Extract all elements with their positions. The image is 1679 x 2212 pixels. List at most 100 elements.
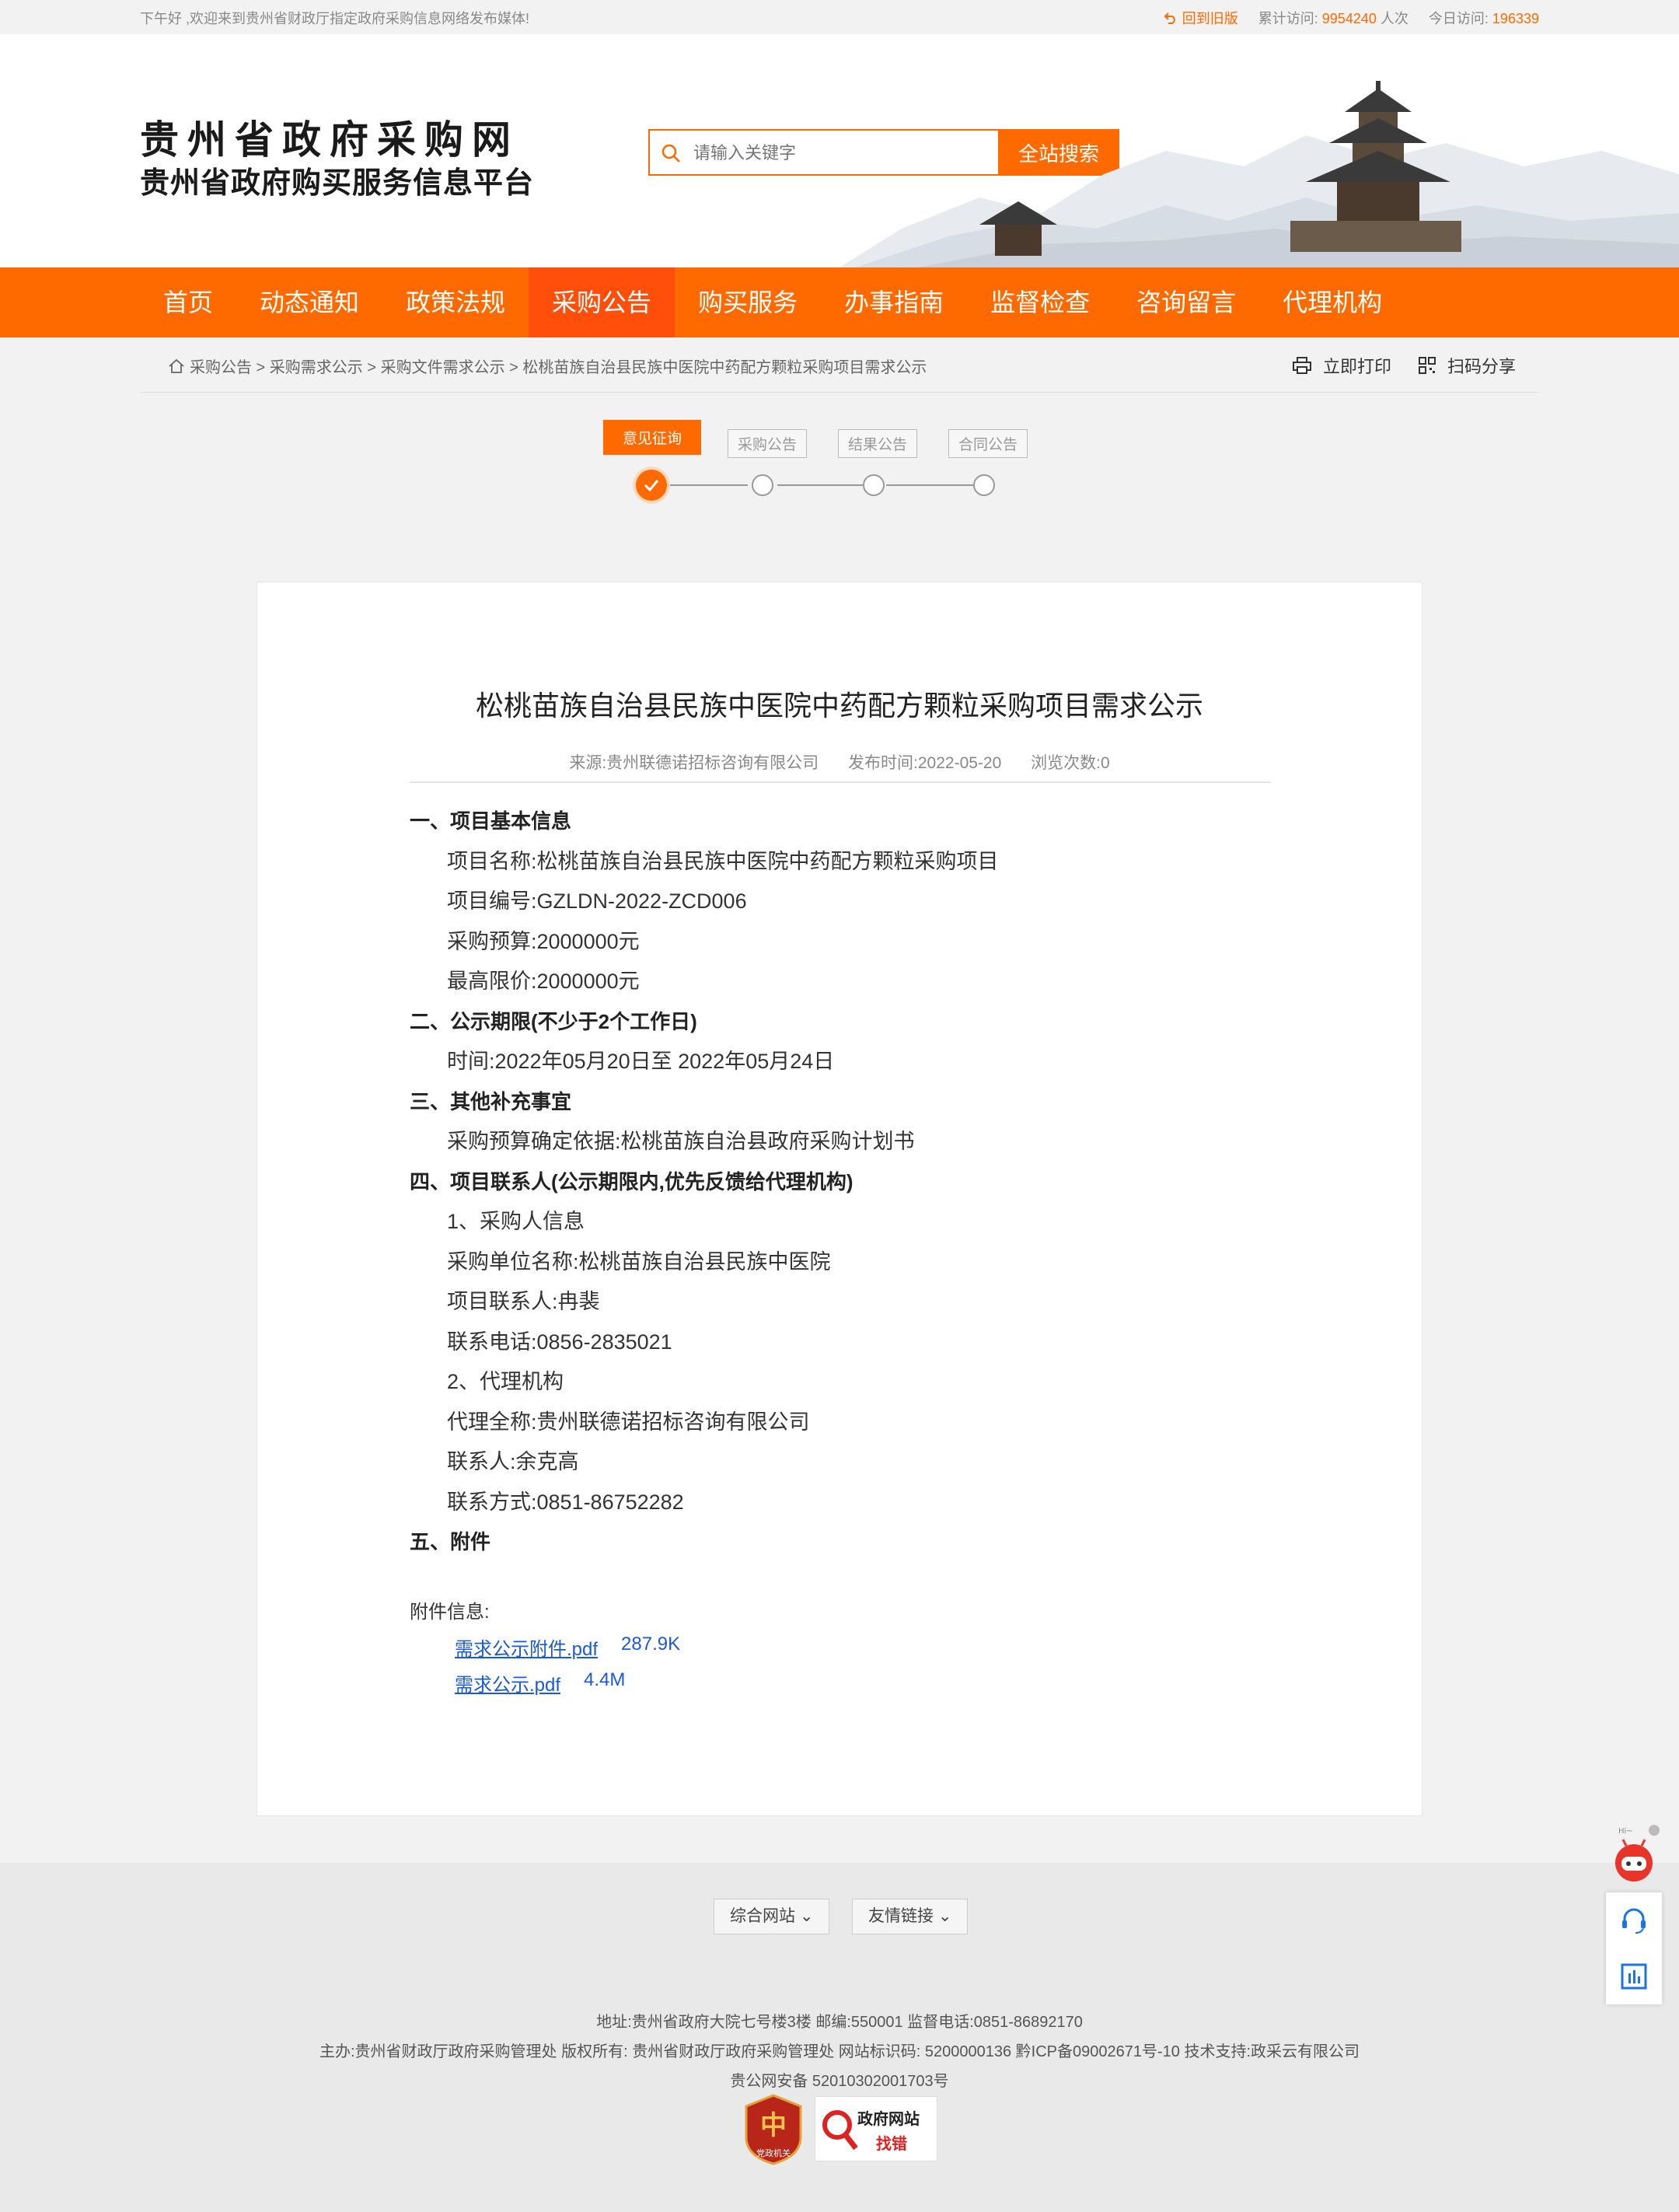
content-line: 联系人:余克高 — [447, 1450, 579, 1473]
step-circle — [752, 474, 773, 496]
today-visits: 今日访问: 196339 — [1429, 8, 1539, 28]
robot-assistant-icon[interactable]: Hi~ — [1606, 1824, 1662, 1886]
badge2-line1: 政府网站 — [857, 2111, 920, 2128]
print-button[interactable]: 立即打印 — [1292, 353, 1391, 378]
attachment-link[interactable]: 需求公示.pdf — [455, 1669, 560, 1697]
content-line: 项目名称:松桃苗族自治县民族中医院中药配方颗粒采购项目 — [447, 849, 999, 873]
breadcrumb-text[interactable]: 采购公告 > 采购需求公示 > 采购文件需求公示 > 松桃苗族自治县民族中医院中… — [190, 355, 927, 377]
section-heading: 三、其他补充事宜 — [410, 1089, 572, 1113]
article-source: 来源:贵州联德诺招标咨询有限公司 — [569, 754, 819, 772]
step-connector — [777, 484, 863, 486]
content-line: 时间:2022年05月20日至 2022年05月24日 — [447, 1050, 835, 1073]
links-dropdown[interactable]: 友情链接 ⌄ — [852, 1899, 969, 1934]
step-circle-active — [636, 470, 667, 501]
step-circle — [863, 474, 885, 496]
nav-item-home[interactable]: 首页 — [140, 267, 236, 337]
content-line: 采购单位名称:松桃苗族自治县民族中医院 — [447, 1249, 831, 1274]
total-visits-unit: 人次 — [1380, 11, 1408, 26]
article-title: 松桃苗族自治县民族中医院中药配方颗粒采购项目需求公示 — [475, 690, 1203, 722]
return-icon — [1164, 12, 1175, 24]
search-icon — [661, 144, 680, 162]
svg-text:中: 中 — [760, 2110, 787, 2141]
article-views: 浏览次数:0 — [1031, 754, 1110, 772]
printer-icon — [1292, 357, 1311, 374]
content-line: 采购预算确定依据:松桃苗族自治县政府采购计划书 — [447, 1130, 915, 1153]
total-visits-value: 9954240 — [1321, 11, 1377, 26]
welcome-text: 下午好 ,欢迎来到贵州省财政厅指定政府采购信息网络发布媒体! — [140, 11, 530, 26]
site-subtitle: 贵州省政府购买服务信息平台 — [140, 167, 535, 200]
badge2-line2: 找错 — [876, 2136, 907, 2153]
attachments-label: 附件信息: — [410, 1602, 490, 1623]
step-label-procurement[interactable]: 采购公告 — [728, 429, 808, 458]
old-version-label: 回到旧版 — [1182, 11, 1238, 26]
sites-dropdown[interactable]: 综合网站 ⌄ — [714, 1899, 830, 1934]
top-bar: 下午好 ,欢迎来到贵州省财政厅指定政府采购信息网络发布媒体! 回到旧版 累计访问… — [0, 0, 1679, 34]
total-visits-label: 累计访问: — [1258, 11, 1318, 26]
content-line: 联系方式:0851-86752282 — [447, 1490, 684, 1514]
home-icon[interactable] — [168, 358, 185, 375]
today-visits-value: 196339 — [1492, 11, 1539, 26]
nav-item-agencies[interactable]: 代理机构 — [1259, 267, 1405, 337]
section-heading: 五、附件 — [410, 1530, 491, 1553]
article-content: 一、项目基本信息 项目名称:松桃苗族自治县民族中医院中药配方颗粒采购项目 项目编号:… — [410, 802, 1271, 1563]
party-gov-badge-icon[interactable]: 中 党政机关 — [743, 2094, 804, 2165]
qr-code-icon — [1418, 357, 1436, 374]
visit-stats: 回到旧版 累计访问: 9954240 人次 今日访问: 196339 — [1164, 8, 1539, 28]
attachment-item: 需求公示附件.pdf 287.9K — [455, 1634, 680, 1661]
footer-address: 地址:贵州省政府大院七号楼3楼 邮编:550001 监督电话:0851-8689… — [596, 2014, 1083, 2031]
site-header: 贵州省政府采购网 贵州省政府购买服务信息平台 全站搜索 — [0, 34, 1679, 267]
footer-copyright: 主办:贵州省财政厅政府采购管理处 版权所有: 贵州省财政厅政府采购管理处 网站标… — [319, 2043, 1360, 2060]
content-line: 项目编号:GZLDN-2022-ZCD006 — [447, 889, 747, 913]
step-label-result[interactable]: 结果公告 — [838, 429, 918, 458]
article-card: 松桃苗族自治县民族中医院中药配方颗粒采购项目需求公示 来源:贵州联德诺招标咨询有… — [257, 582, 1422, 1816]
badge1-text: 党政机关 — [756, 2147, 791, 2158]
sites-dropdown-label: 综合网站 — [730, 1907, 795, 1925]
chart-report-icon[interactable] — [1618, 1961, 1649, 1992]
step-label-consultation[interactable]: 意见征询 — [603, 420, 702, 455]
gov-error-report-badge[interactable]: 政府网站 找错 — [815, 2096, 937, 2161]
nav-item-notices[interactable]: 动态通知 — [236, 267, 382, 337]
article-publish-time: 发布时间:2022-05-20 — [848, 754, 1002, 772]
widget-panel — [1606, 1892, 1662, 2004]
today-visits-label: 今日访问: — [1428, 11, 1489, 26]
section-heading: 二、公示期限(不少于2个工作日) — [410, 1009, 697, 1033]
nav-item-supervision[interactable]: 监督检查 — [967, 267, 1113, 337]
share-label: 扫码分享 — [1447, 357, 1516, 376]
old-version-link[interactable]: 回到旧版 — [1164, 8, 1238, 28]
step-connector — [886, 484, 973, 486]
nav-item-consult[interactable]: 咨询留言 — [1113, 267, 1259, 337]
content-line: 最高限价:2000000元 — [447, 970, 640, 993]
site-footer: 综合网站 ⌄ 友情链接 ⌄ 地址:贵州省政府大院七号楼3楼 邮编:550001 … — [0, 1863, 1679, 2212]
check-icon — [644, 480, 659, 492]
content-line: 2、代理机构 — [447, 1370, 564, 1393]
nav-item-guide[interactable]: 办事指南 — [821, 267, 967, 337]
nav-item-purchase-service[interactable]: 购买服务 — [675, 267, 821, 337]
customer-service-icon[interactable] — [1618, 1905, 1649, 1936]
share-button[interactable]: 扫码分享 — [1418, 353, 1516, 378]
chevron-down-icon: ⌄ — [937, 1907, 952, 1925]
content-line: 采购预算:2000000元 — [447, 929, 640, 953]
breadcrumb-bar: 采购公告 > 采购需求公示 > 采购文件需求公示 > 松桃苗族自治县民族中医院中… — [140, 337, 1539, 393]
attachment-size: 4.4M — [584, 1669, 626, 1690]
step-circle — [973, 474, 995, 496]
print-label: 立即打印 — [1322, 357, 1391, 376]
content-line: 联系电话:0856-2835021 — [447, 1330, 672, 1354]
links-dropdown-label: 友情链接 — [868, 1907, 934, 1925]
progress-steps: 意见征询 采购公告 结果公告 合同公告 — [0, 420, 1679, 505]
page-tools: 立即打印 扫码分享 — [1292, 353, 1516, 378]
divider — [410, 781, 1271, 783]
pavilion-scenery-image — [840, 81, 1679, 267]
attachment-item: 需求公示.pdf 4.4M — [455, 1669, 625, 1697]
nav-item-procurement[interactable]: 采购公告 — [529, 267, 675, 337]
footer-security[interactable]: 贵公网安备 52010302001703号 — [0, 2068, 1679, 2091]
attachment-link[interactable]: 需求公示附件.pdf — [455, 1634, 598, 1661]
widget-greeting: Hi~ — [1618, 1827, 1633, 1836]
content-line: 代理全称:贵州联德诺招标咨询有限公司 — [447, 1410, 810, 1434]
step-label-contract[interactable]: 合同公告 — [948, 429, 1028, 458]
nav-item-policies[interactable]: 政策法规 — [382, 267, 529, 337]
attachment-size: 287.9K — [621, 1634, 681, 1655]
section-heading: 四、项目联系人(公示期限内,优先反馈给代理机构) — [410, 1169, 853, 1193]
step-connector — [667, 484, 748, 486]
magnifier-icon — [822, 2110, 858, 2151]
content-line: 1、采购人信息 — [447, 1210, 585, 1233]
